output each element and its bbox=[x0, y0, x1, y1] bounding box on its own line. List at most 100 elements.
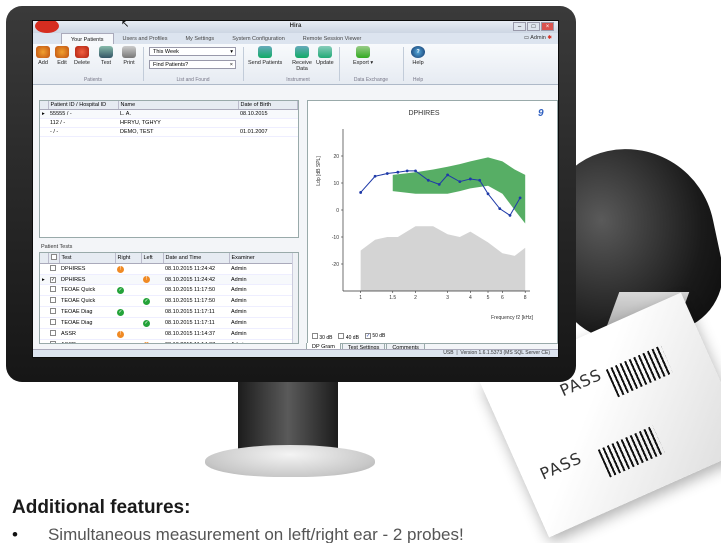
delete-button[interactable]: Delete bbox=[74, 46, 90, 66]
data-point bbox=[508, 214, 512, 217]
title-bar: ↖ Hira – □ × bbox=[33, 21, 558, 33]
export-button[interactable]: Export ▾ bbox=[353, 46, 373, 66]
current-user[interactable]: ▭ Admin ✱ bbox=[524, 35, 552, 41]
column-header-name[interactable]: Name bbox=[118, 101, 239, 110]
ribbon: Add Edit Delete Test Print Patients This bbox=[33, 44, 558, 85]
patient-list-panel: Patient ID / Hospital ID Name Date of Bi… bbox=[39, 100, 299, 238]
edit-patient-icon bbox=[55, 46, 69, 58]
row-checkbox[interactable]: ✓ bbox=[50, 276, 56, 283]
table-row[interactable]: ▸ ✓ DPHIRES! 08.10.2015 11:24:42 Admin bbox=[40, 274, 298, 285]
window-title: Hira bbox=[289, 23, 302, 29]
receive-arrow-icon bbox=[295, 46, 309, 58]
send-arrow-icon bbox=[258, 46, 273, 58]
printout-barcode bbox=[605, 345, 673, 398]
ribbon-divider bbox=[339, 47, 340, 81]
data-point bbox=[385, 172, 389, 175]
table-row[interactable]: ASSR!08.10.2015 11:14:37Admin bbox=[40, 339, 298, 343]
patient-table: Patient ID / Hospital ID Name Date of Bi… bbox=[40, 101, 298, 137]
table-row[interactable]: - / - DEMO, TEST 01.01.2007 bbox=[40, 127, 298, 137]
find-patients-input[interactable]: Find Patients? × bbox=[149, 60, 236, 69]
y-tick-label: 0 bbox=[336, 208, 339, 214]
data-point bbox=[458, 180, 462, 184]
table-row[interactable]: TEOAE Quick ✓ 08.10.2015 11:17:50 Admin bbox=[40, 284, 298, 296]
table-row[interactable]: ▸ 55555 / - L. A. 08.10.2015 bbox=[40, 109, 298, 119]
ribbon-divider bbox=[403, 47, 404, 81]
update-button[interactable]: Update bbox=[316, 46, 334, 66]
data-point bbox=[396, 170, 400, 174]
dp-gram-chart: DPHIRES 9 -20 -10 0 10 20 1 1.5 2 3 4 5 6 8 Ldp [dB … bbox=[316, 108, 544, 321]
column-header-test[interactable]: Test bbox=[59, 253, 116, 264]
table-row[interactable]: TEOAE Diag ✓ 08.10.2015 11:17:11 Admin bbox=[40, 317, 298, 329]
row-checkbox[interactable] bbox=[50, 330, 56, 336]
row-checkbox[interactable] bbox=[50, 308, 56, 314]
send-patients-button[interactable]: Send Patients bbox=[248, 46, 282, 66]
export-arrow-icon bbox=[356, 46, 371, 58]
app-window: ↖ Hira – □ × Your Patients Users and Pro… bbox=[32, 20, 559, 358]
refer-result-icon: ! bbox=[117, 330, 124, 338]
table-row[interactable]: TEOAE Diag ✓ 08.10.2015 11:17:11 Admin bbox=[40, 306, 298, 318]
tests-scrollbar[interactable] bbox=[292, 253, 298, 343]
column-header-right[interactable]: Right bbox=[115, 253, 142, 264]
x-tick-label: 4 bbox=[469, 295, 472, 301]
data-point bbox=[498, 207, 502, 211]
test-device-icon bbox=[99, 46, 113, 58]
tab-remote-session-viewer[interactable]: Remote Session Viewer bbox=[294, 33, 371, 44]
legend-item-50db[interactable]: ✓ 50 dB bbox=[364, 333, 385, 341]
legend-item-40db[interactable]: 40 dB bbox=[338, 333, 359, 341]
table-row[interactable]: 112 / - HFRYU, TGHYY bbox=[40, 118, 298, 128]
tab-your-patients[interactable]: Your Patients bbox=[61, 33, 114, 44]
table-row[interactable]: TEOAE Quick ✓ 08.10.2015 11:17:50 Admin bbox=[40, 295, 298, 307]
noise-floor-area bbox=[360, 226, 526, 291]
tests-table: Test Right Left Date and Time Examiner D… bbox=[40, 253, 298, 343]
column-header-dob[interactable]: Date of Birth bbox=[238, 101, 298, 110]
features-bullet: • Simultaneous measurement on left/right … bbox=[12, 525, 464, 543]
update-icon bbox=[317, 46, 332, 58]
ribbon-divider bbox=[143, 47, 144, 81]
column-header-patient-id[interactable]: Patient ID / Hospital ID bbox=[48, 101, 119, 110]
status-bar: USB | Version 1.6.1.5373 (MS SQL Server … bbox=[33, 349, 558, 357]
tab-my-settings[interactable]: My Settings bbox=[176, 33, 223, 44]
legend-item-30db[interactable]: 30 dB bbox=[312, 333, 332, 341]
brand-logo-icon: 9 bbox=[538, 108, 544, 119]
legend-checkbox-checked-icon: ✓ bbox=[364, 333, 371, 339]
add-patient-icon bbox=[36, 46, 50, 58]
norm-band-area bbox=[392, 157, 526, 224]
x-tick-label: 5 bbox=[487, 295, 490, 301]
status-connection: USB bbox=[443, 350, 454, 356]
column-header-examiner[interactable]: Examiner bbox=[229, 253, 298, 264]
select-all-checkbox[interactable] bbox=[50, 254, 57, 260]
help-button[interactable]: ? Help bbox=[411, 46, 425, 66]
test-button[interactable]: Test bbox=[99, 46, 113, 66]
row-marker bbox=[40, 127, 48, 137]
chart-panel: DPHIRES 9 -20 -10 0 10 20 1 1.5 2 3 4 5 6 8 Ldp [dB … bbox=[307, 100, 558, 344]
row-checkbox[interactable] bbox=[50, 297, 56, 303]
tab-users-profiles[interactable]: Users and Profiles bbox=[114, 33, 177, 44]
status-version: Version 1.6.1.5373 (MS SQL Server CE) bbox=[460, 350, 550, 356]
column-header-left[interactable]: Left bbox=[141, 253, 164, 264]
group-label-list: List and Found bbox=[176, 77, 210, 83]
column-header-date[interactable]: Date and Time bbox=[163, 253, 230, 264]
maximize-button[interactable]: □ bbox=[527, 22, 540, 31]
row-checkbox[interactable] bbox=[50, 319, 56, 325]
data-point bbox=[446, 173, 449, 177]
printout-pass-bottom: PASS bbox=[537, 448, 585, 484]
add-button[interactable]: Add bbox=[36, 46, 50, 66]
row-checkbox[interactable] bbox=[50, 265, 56, 271]
y-axis-label: Ldp [dB SPL] bbox=[316, 156, 322, 186]
chart-title: DPHIRES bbox=[408, 110, 439, 117]
table-row[interactable]: ASSR!08.10.2015 11:14:37Admin bbox=[40, 328, 298, 340]
x-tick-label: 2 bbox=[414, 295, 417, 301]
edit-button[interactable]: Edit bbox=[55, 46, 69, 66]
row-checkbox[interactable] bbox=[50, 286, 56, 292]
tab-system-configuration[interactable]: System Configuration bbox=[223, 33, 294, 44]
minimize-button[interactable]: – bbox=[513, 22, 526, 31]
refer-result-icon: ! bbox=[143, 341, 150, 343]
close-button[interactable]: × bbox=[541, 22, 554, 31]
row-checkbox[interactable] bbox=[50, 341, 56, 343]
receive-data-button[interactable]: Receive Data bbox=[291, 46, 313, 72]
table-row[interactable]: DPHIRES! 08.10.2015 11:24:42 Admin bbox=[40, 263, 298, 275]
print-button[interactable]: Print bbox=[122, 46, 136, 66]
y-tick-label: -20 bbox=[332, 262, 339, 268]
group-label-instrument: Instrument bbox=[286, 77, 310, 83]
period-filter-select[interactable]: This Week ▾ bbox=[149, 47, 236, 56]
